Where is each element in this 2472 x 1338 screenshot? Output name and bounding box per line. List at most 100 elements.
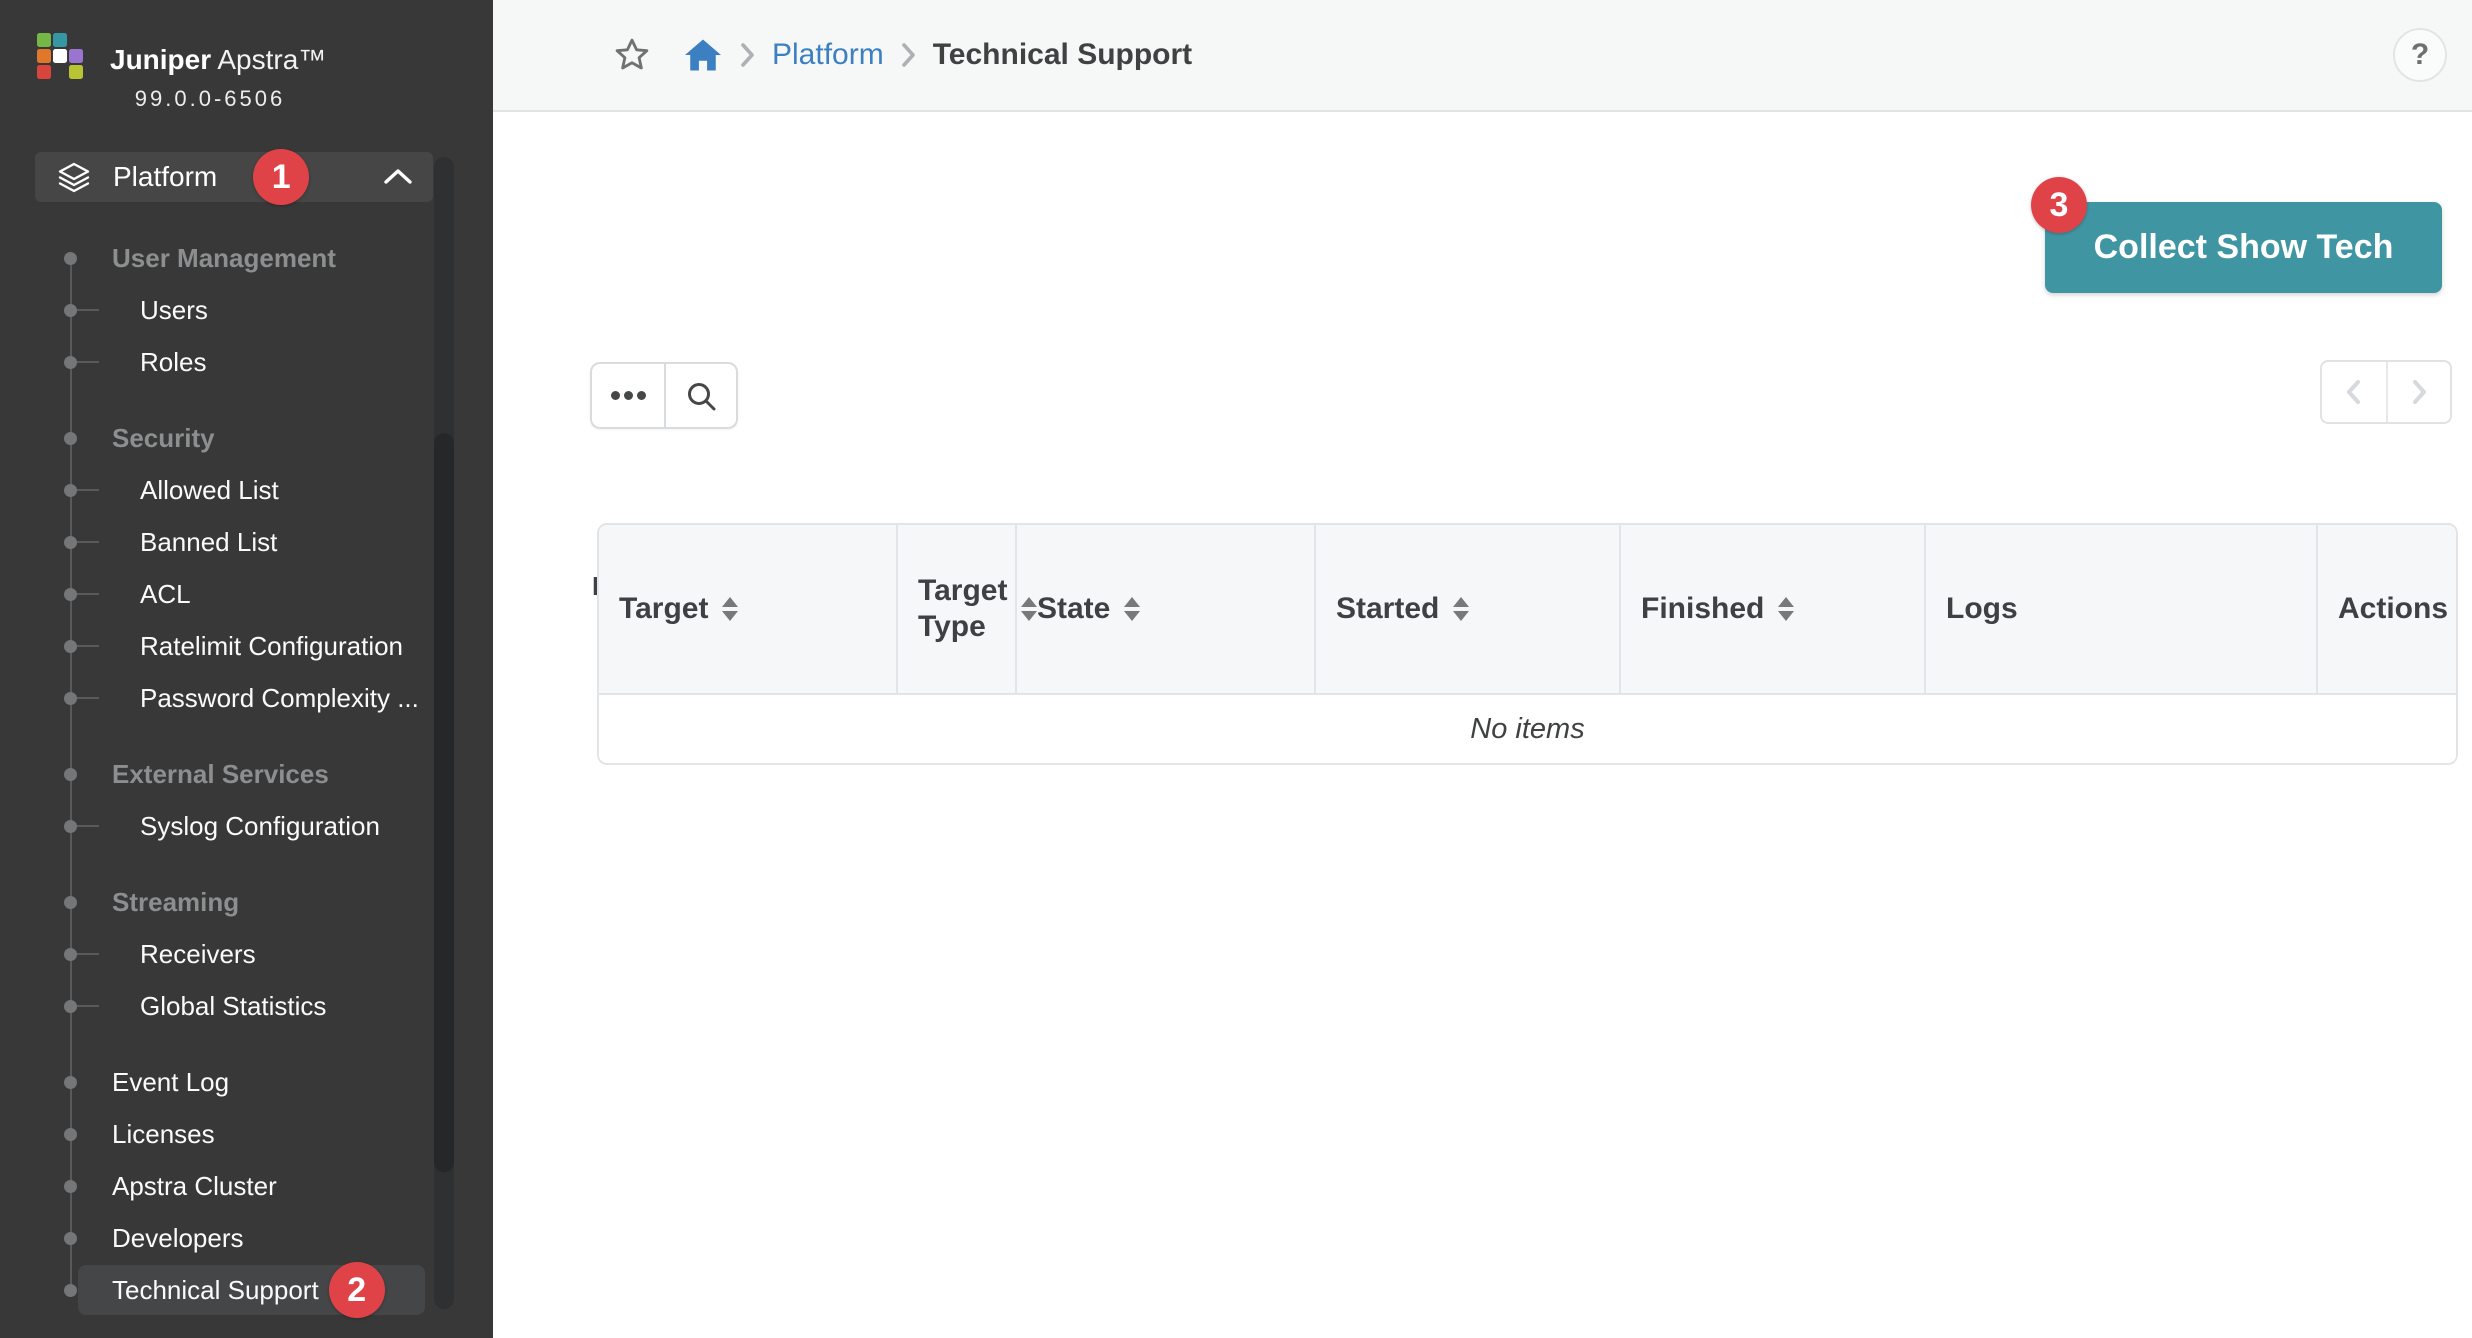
sidebar-item-acl[interactable]: ACL	[0, 568, 433, 620]
logo-square	[53, 49, 67, 63]
sidebar-item-technical-support[interactable]: Technical Support2	[0, 1264, 433, 1316]
chevron-up-icon[interactable]	[383, 167, 413, 187]
search-icon	[685, 380, 717, 412]
ellipsis-icon	[611, 391, 646, 400]
sidebar-item-allowed-list[interactable]: Allowed List	[0, 464, 433, 516]
sidebar-item-roles[interactable]: Roles	[0, 336, 433, 388]
topbar: Platform Technical Support ?	[493, 0, 2472, 112]
column-header-finished[interactable]: Finished	[1621, 525, 1926, 693]
brand-title-bold: Juniper	[110, 44, 211, 75]
app-root: Juniper Apstra™ 99.0.0-6506 Platform 1 U…	[0, 0, 2472, 1338]
sort-icon[interactable]	[722, 597, 738, 621]
main-content: Collect Show Tech 3 Filter selec	[493, 114, 2472, 1338]
sidebar-item-banned-list[interactable]: Banned List	[0, 516, 433, 568]
sidebar-item-label: Apstra Cluster	[112, 1171, 277, 1202]
logo-square	[37, 33, 51, 47]
sidebar-item-label: Users	[140, 295, 208, 326]
sidebar-section-label: Streaming	[112, 887, 239, 918]
breadcrumb: Platform Technical Support	[613, 0, 1192, 110]
logo-square	[37, 65, 51, 79]
sort-icon[interactable]	[1453, 597, 1469, 621]
sidebar-section-external-services: External Services	[0, 748, 433, 800]
sidebar-section-streaming: Streaming	[0, 876, 433, 928]
breadcrumb-separator-icon	[741, 42, 754, 68]
previous-page-button[interactable]	[2322, 362, 2386, 422]
sidebar-item-developers[interactable]: Developers	[0, 1212, 433, 1264]
sidebar-item-global-statistics[interactable]: Global Statistics	[0, 980, 433, 1032]
column-header-label: Started	[1336, 591, 1439, 627]
sidebar-item-receivers[interactable]: Receivers	[0, 928, 433, 980]
logo-square	[37, 49, 51, 63]
sort-down-arrow	[1778, 611, 1794, 621]
favorite-star-icon[interactable]	[613, 36, 651, 74]
sidebar-item-label: Ratelimit Configuration	[140, 631, 403, 662]
sidebar-item-event-log[interactable]: Event Log	[0, 1056, 433, 1108]
chevron-left-icon	[2341, 378, 2367, 406]
juniper-apstra-logo-icon	[37, 33, 83, 79]
logo-square	[53, 33, 67, 47]
breadcrumb-current-page: Technical Support	[933, 38, 1192, 72]
sidebar-section-label: User Management	[112, 243, 336, 274]
table-toolbar	[590, 362, 738, 429]
column-header-label: Target	[619, 591, 708, 627]
sidebar-item-ratelimit-configuration[interactable]: Ratelimit Configuration	[0, 620, 433, 672]
column-header-logs: Logs	[1926, 525, 2318, 693]
sort-up-arrow	[1453, 597, 1469, 607]
technical-support-table: Target Target Type State Started Finished Log…	[597, 523, 2458, 765]
home-icon[interactable]	[683, 37, 723, 73]
sidebar-item-password-complexity[interactable]: Password Complexity ...	[0, 672, 433, 724]
help-button[interactable]: ?	[2393, 28, 2447, 82]
sort-icon[interactable]	[1778, 597, 1794, 621]
sort-down-arrow	[1453, 611, 1469, 621]
logo-square	[69, 49, 83, 63]
column-header-label: State	[1037, 591, 1110, 627]
sidebar-section-label: Security	[112, 423, 215, 454]
sidebar-item-apstra-cluster[interactable]: Apstra Cluster	[0, 1160, 433, 1212]
search-button[interactable]	[664, 364, 736, 427]
sidebar-section-security: Security	[0, 412, 433, 464]
collect-show-tech-button[interactable]: Collect Show Tech	[2045, 202, 2442, 293]
pagination	[2320, 360, 2452, 424]
annotation-badge-1: 1	[253, 149, 309, 205]
collect-show-tech-wrap: Collect Show Tech 3	[2045, 202, 2442, 293]
table-header-row: Target Target Type State Started Finished Log…	[599, 525, 2456, 695]
sidebar-item-label: Roles	[140, 347, 206, 378]
version-label: 99.0.0-6506	[110, 86, 310, 112]
sidebar-group: Event Log Licenses Apstra Cluster Developer…	[0, 1056, 433, 1316]
sidebar-item-licenses[interactable]: Licenses	[0, 1108, 433, 1160]
sort-up-arrow	[722, 597, 738, 607]
more-actions-button[interactable]	[592, 364, 664, 427]
next-page-button[interactable]	[2386, 362, 2450, 422]
sidebar-scrollbar-thumb[interactable]	[434, 433, 454, 1172]
sidebar-group: User Management Users Roles	[0, 232, 433, 388]
sort-icon[interactable]	[1124, 597, 1140, 621]
column-header-label: Actions	[2338, 591, 2448, 627]
column-header-started[interactable]: Started	[1316, 525, 1621, 693]
sidebar: Juniper Apstra™ 99.0.0-6506 Platform 1 U…	[0, 0, 493, 1338]
sidebar-item-label: Password Complexity ...	[140, 683, 419, 714]
sidebar-item-label: Syslog Configuration	[140, 811, 380, 842]
sidebar-item-syslog-configuration[interactable]: Syslog Configuration	[0, 800, 433, 852]
brand-title: Juniper Apstra™	[110, 44, 326, 76]
breadcrumb-link-platform[interactable]: Platform	[772, 38, 884, 72]
logo-square	[69, 65, 83, 79]
sidebar-item-label: Event Log	[112, 1067, 229, 1098]
column-header-label: Finished	[1641, 591, 1764, 627]
annotation-badge-3: 3	[2031, 177, 2087, 233]
sidebar-item-label: Allowed List	[140, 475, 279, 506]
sidebar-item-label: Banned List	[140, 527, 277, 558]
sidebar-section-user-management: User Management	[0, 232, 433, 284]
chevron-right-icon	[2406, 378, 2432, 406]
table-empty-row: No items	[599, 695, 2456, 763]
sidebar-group: Security Allowed List Banned List ACL Rateli…	[0, 412, 433, 724]
sort-down-arrow	[722, 611, 738, 621]
column-header-state[interactable]: State	[1017, 525, 1316, 693]
layers-icon	[57, 161, 91, 193]
column-header-target[interactable]: Target	[599, 525, 898, 693]
sidebar-section-label: External Services	[112, 759, 329, 790]
sidebar-platform-header[interactable]: Platform 1	[35, 152, 433, 202]
sidebar-item-users[interactable]: Users	[0, 284, 433, 336]
sort-down-arrow	[1124, 611, 1140, 621]
column-header-target-type[interactable]: Target Type	[898, 525, 1017, 693]
sidebar-item-label: Receivers	[140, 939, 256, 970]
